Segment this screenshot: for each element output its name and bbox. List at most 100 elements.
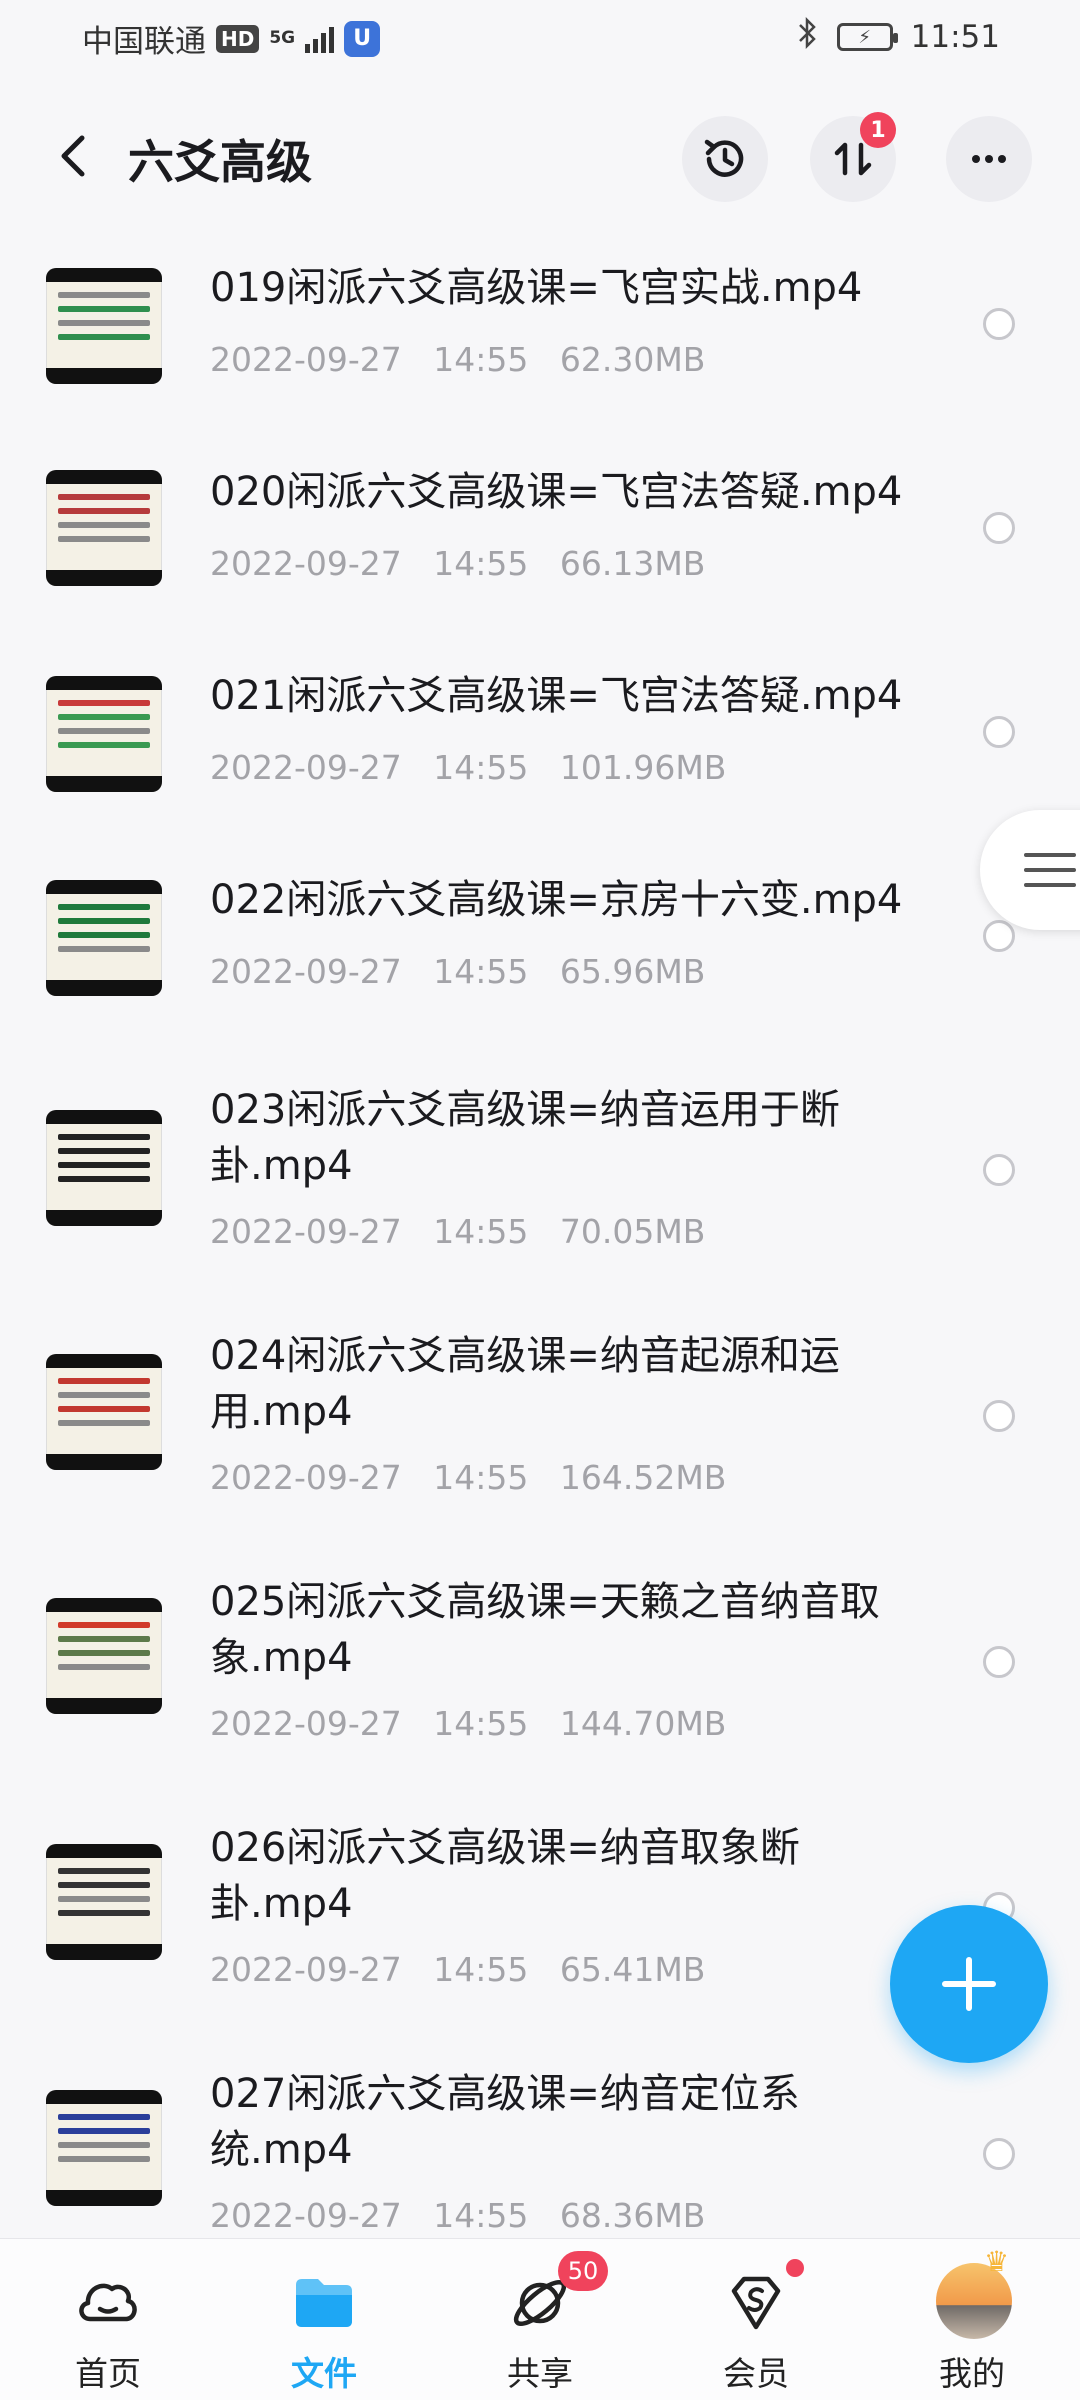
file-date: 2022-09-27 — [210, 1458, 402, 1497]
file-name: 019闲派六爻高级课=飞宫实战.mp4 — [210, 265, 863, 311]
transfer-button[interactable]: 1 — [810, 112, 896, 202]
file-name: 024闲派六爻高级课=纳音起源和运用.mp4 — [210, 1333, 840, 1435]
video-thumbnail — [46, 1598, 162, 1714]
file-meta: 2022-09-27 14:55 65.41MB — [210, 1950, 705, 1989]
file-size: 101.96MB — [559, 748, 727, 787]
carrier-label: 中国联通 — [82, 24, 206, 60]
transfer-badge: 1 — [860, 112, 896, 148]
menu-lines-icon — [1024, 853, 1076, 887]
crown-icon: ♛ — [984, 2245, 1010, 2278]
history-button[interactable] — [682, 116, 768, 202]
video-thumbnail — [46, 676, 162, 792]
plus-icon — [942, 1957, 996, 2011]
nav-share[interactable]: 50 共享 — [460, 2239, 620, 2400]
cloud-icon — [79, 2283, 137, 2322]
file-meta: 2022-09-27 14:55 101.96MB — [210, 748, 726, 787]
bottom-nav: 首页 文件 50 共享 会员 ♛ 我的 — [0, 2238, 1080, 2400]
file-date: 2022-09-27 — [210, 748, 402, 787]
chevron-left-icon — [61, 135, 85, 177]
file-size: 164.52MB — [559, 1458, 727, 1497]
file-size: 66.13MB — [559, 544, 706, 583]
network-type: 5G — [269, 28, 296, 48]
file-time: 14:55 — [433, 748, 529, 787]
file-name: 025闲派六爻高级课=天籁之音纳音取象.mp4 — [210, 1579, 880, 1681]
file-size: 65.41MB — [559, 1950, 706, 1989]
select-radio[interactable] — [983, 1646, 1015, 1678]
file-meta: 2022-09-27 14:55 68.36MB — [210, 2196, 705, 2235]
video-thumbnail — [46, 470, 162, 586]
select-radio[interactable] — [983, 512, 1015, 544]
file-date: 2022-09-27 — [210, 1704, 402, 1743]
nav-vip-label: 会员 — [723, 2354, 789, 2393]
file-date: 2022-09-27 — [210, 340, 402, 379]
file-time: 14:55 — [433, 952, 529, 991]
file-size: 144.70MB — [559, 1704, 727, 1743]
video-thumbnail — [46, 268, 162, 384]
file-meta: 2022-09-27 14:55 65.96MB — [210, 952, 705, 991]
file-date: 2022-09-27 — [210, 952, 402, 991]
file-meta: 2022-09-27 14:55 66.13MB — [210, 544, 705, 583]
file-meta: 2022-09-27 14:55 62.30MB — [210, 340, 705, 379]
file-size: 68.36MB — [559, 2196, 706, 2235]
file-time: 14:55 — [433, 340, 529, 379]
nav-share-label: 共享 — [507, 2354, 573, 2393]
file-date: 2022-09-27 — [210, 1212, 402, 1251]
file-date: 2022-09-27 — [210, 544, 402, 583]
select-radio[interactable] — [983, 1154, 1015, 1186]
file-date: 2022-09-27 — [210, 1950, 402, 1989]
back-button[interactable] — [48, 126, 100, 186]
video-thumbnail — [46, 880, 162, 996]
more-icon — [972, 155, 1006, 163]
page-title: 六爻高级 — [128, 135, 312, 189]
file-name: 020闲派六爻高级课=飞宫法答疑.mp4 — [210, 469, 903, 515]
file-meta: 2022-09-27 14:55 144.70MB — [210, 1704, 726, 1743]
clock: 11:51 — [910, 19, 1000, 55]
vip-diamond-icon — [731, 2276, 781, 2330]
video-thumbnail — [46, 2090, 162, 2206]
file-date: 2022-09-27 — [210, 2196, 402, 2235]
nav-mine[interactable]: ♛ 我的 — [892, 2239, 1052, 2400]
file-size: 62.30MB — [559, 340, 706, 379]
side-drawer-handle[interactable] — [980, 810, 1080, 930]
add-button[interactable] — [890, 1905, 1048, 2063]
file-time: 14:55 — [433, 1212, 529, 1251]
select-radio[interactable] — [983, 2138, 1015, 2170]
header: 六爻高级 1 — [0, 100, 1080, 210]
video-thumbnail — [46, 1354, 162, 1470]
file-time: 14:55 — [433, 1704, 529, 1743]
file-name: 021闲派六爻高级课=飞宫法答疑.mp4 — [210, 673, 903, 719]
status-bar: 中国联通 HD 5G U ⚡ 11:51 — [0, 0, 1080, 76]
share-badge: 50 — [558, 2251, 608, 2291]
file-time: 14:55 — [433, 1458, 529, 1497]
nav-home-label: 首页 — [75, 2354, 141, 2393]
select-radio[interactable] — [983, 920, 1015, 952]
hd-indicator: HD — [216, 24, 260, 53]
file-size: 70.05MB — [559, 1212, 706, 1251]
video-thumbnail — [46, 1110, 162, 1226]
select-radio[interactable] — [983, 308, 1015, 340]
signal-icon — [305, 25, 335, 53]
shield-icon: U — [344, 20, 381, 57]
history-icon — [704, 139, 744, 177]
bluetooth-icon — [797, 16, 819, 58]
nav-files[interactable]: 文件 — [244, 2239, 404, 2400]
folder-icon — [296, 2279, 352, 2327]
file-name: 022闲派六爻高级课=京房十六变.mp4 — [210, 877, 903, 923]
battery-icon: ⚡ — [836, 23, 898, 51]
file-name: 027闲派六爻高级课=纳音定位系统.mp4 — [210, 2071, 800, 2173]
file-time: 14:55 — [433, 1950, 529, 1989]
select-radio[interactable] — [983, 1400, 1015, 1432]
more-button[interactable] — [946, 116, 1032, 202]
file-name: 023闲派六爻高级课=纳音运用于断卦.mp4 — [210, 1087, 840, 1189]
nav-vip[interactable]: 会员 — [676, 2239, 836, 2400]
nav-home[interactable]: 首页 — [28, 2239, 188, 2400]
select-radio[interactable] — [983, 716, 1015, 748]
file-time: 14:55 — [433, 2196, 529, 2235]
vip-notification-dot — [786, 2259, 804, 2277]
file-name: 026闲派六爻高级课=纳音取象断卦.mp4 — [210, 1825, 800, 1927]
file-meta: 2022-09-27 14:55 70.05MB — [210, 1212, 705, 1251]
file-time: 14:55 — [433, 544, 529, 583]
file-size: 65.96MB — [559, 952, 706, 991]
file-meta: 2022-09-27 14:55 164.52MB — [210, 1458, 726, 1497]
nav-files-label: 文件 — [291, 2354, 357, 2393]
